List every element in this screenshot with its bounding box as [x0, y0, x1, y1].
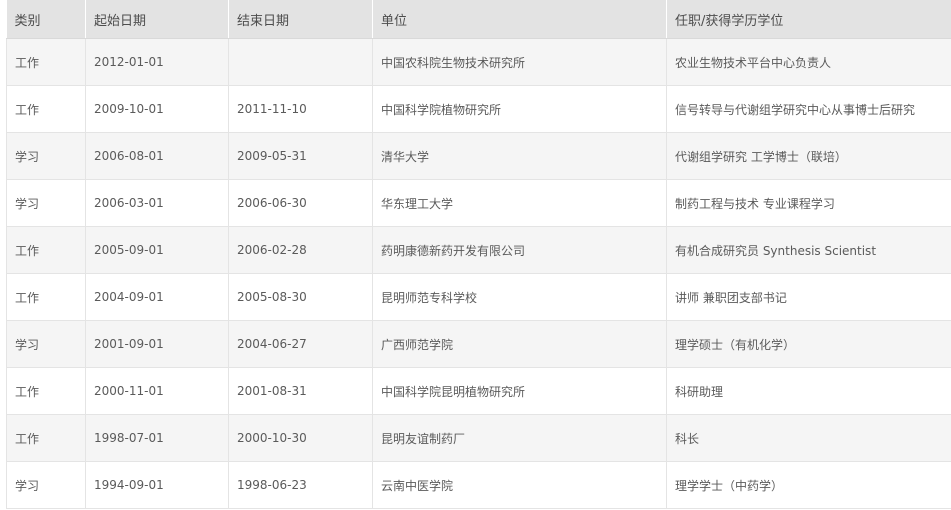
- cell-position-degree: 理学硕士（有机化学）: [666, 320, 951, 368]
- cell-start-date: 1994-09-01: [85, 461, 229, 509]
- cell-start-date: 2001-09-01: [85, 320, 229, 368]
- header-start-date: 起始日期: [85, 0, 229, 39]
- header-position-degree: 任职/获得学历学位: [666, 0, 951, 39]
- cell-end-date: 2006-06-30: [228, 179, 373, 227]
- table-row: 工作 2009-10-01 2011-11-10 中国科学院植物研究所 信号转导…: [6, 85, 951, 133]
- table-row: 工作 2012-01-01 中国农科院生物技术研究所 农业生物技术平台中心负责人: [6, 38, 951, 86]
- cell-organization: 华东理工大学: [372, 179, 667, 227]
- table-body: 工作 2012-01-01 中国农科院生物技术研究所 农业生物技术平台中心负责人…: [6, 38, 951, 509]
- cell-start-date: 2009-10-01: [85, 85, 229, 133]
- header-row: 类别 起始日期 结束日期 单位 任职/获得学历学位: [6, 0, 951, 39]
- cell-end-date: 2011-11-10: [228, 85, 373, 133]
- career-history-table: 类别 起始日期 结束日期 单位 任职/获得学历学位 工作 2012-01-01 …: [6, 0, 951, 509]
- cell-position-degree: 有机合成研究员 Synthesis Scientist: [666, 226, 951, 274]
- cell-position-degree: 科长: [666, 414, 951, 462]
- cell-end-date: 2000-10-30: [228, 414, 373, 462]
- cell-category: 工作: [6, 226, 86, 274]
- cell-start-date: 2006-08-01: [85, 132, 229, 180]
- cell-start-date: 2005-09-01: [85, 226, 229, 274]
- cell-category: 工作: [6, 38, 86, 86]
- cell-organization: 广西师范学院: [372, 320, 667, 368]
- cell-organization: 药明康德新药开发有限公司: [372, 226, 667, 274]
- table-row: 学习 2006-08-01 2009-05-31 清华大学 代谢组学研究 工学博…: [6, 132, 951, 180]
- cell-category: 学习: [6, 179, 86, 227]
- cell-category: 工作: [6, 367, 86, 415]
- cell-category: 工作: [6, 414, 86, 462]
- table-row: 工作 2000-11-01 2001-08-31 中国科学院昆明植物研究所 科研…: [6, 367, 951, 415]
- cell-position-degree: 制药工程与技术 专业课程学习: [666, 179, 951, 227]
- cell-end-date: [228, 38, 373, 86]
- cell-position-degree: 科研助理: [666, 367, 951, 415]
- cell-start-date: 2000-11-01: [85, 367, 229, 415]
- cell-start-date: 1998-07-01: [85, 414, 229, 462]
- cell-organization: 清华大学: [372, 132, 667, 180]
- cell-end-date: 2005-08-30: [228, 273, 373, 321]
- cell-end-date: 2006-02-28: [228, 226, 373, 274]
- header-end-date: 结束日期: [228, 0, 373, 39]
- cell-end-date: 2004-06-27: [228, 320, 373, 368]
- cell-position-degree: 农业生物技术平台中心负责人: [666, 38, 951, 86]
- table-row: 学习 1994-09-01 1998-06-23 云南中医学院 理学学士（中药学…: [6, 461, 951, 509]
- cell-start-date: 2012-01-01: [85, 38, 229, 86]
- cell-category: 工作: [6, 273, 86, 321]
- table-row: 学习 2001-09-01 2004-06-27 广西师范学院 理学硕士（有机化…: [6, 320, 951, 368]
- cell-category: 学习: [6, 132, 86, 180]
- cell-start-date: 2006-03-01: [85, 179, 229, 227]
- cell-organization: 昆明师范专科学校: [372, 273, 667, 321]
- cell-end-date: 2009-05-31: [228, 132, 373, 180]
- cell-organization: 云南中医学院: [372, 461, 667, 509]
- header-organization: 单位: [372, 0, 667, 39]
- header-category: 类别: [6, 0, 86, 39]
- cell-position-degree: 讲师 兼职团支部书记: [666, 273, 951, 321]
- cell-end-date: 1998-06-23: [228, 461, 373, 509]
- cell-position-degree: 代谢组学研究 工学博士（联培）: [666, 132, 951, 180]
- cell-organization: 中国农科院生物技术研究所: [372, 38, 667, 86]
- table-row: 学习 2006-03-01 2006-06-30 华东理工大学 制药工程与技术 …: [6, 179, 951, 227]
- table-row: 工作 1998-07-01 2000-10-30 昆明友谊制药厂 科长: [6, 414, 951, 462]
- table-row: 工作 2005-09-01 2006-02-28 药明康德新药开发有限公司 有机…: [6, 226, 951, 274]
- cell-start-date: 2004-09-01: [85, 273, 229, 321]
- cell-category: 学习: [6, 320, 86, 368]
- cell-category: 学习: [6, 461, 86, 509]
- cell-organization: 中国科学院昆明植物研究所: [372, 367, 667, 415]
- cell-position-degree: 信号转导与代谢组学研究中心从事博士后研究: [666, 85, 951, 133]
- cell-position-degree: 理学学士（中药学）: [666, 461, 951, 509]
- career-table-container: 类别 起始日期 结束日期 单位 任职/获得学历学位 工作 2012-01-01 …: [0, 0, 951, 510]
- table-row: 工作 2004-09-01 2005-08-30 昆明师范专科学校 讲师 兼职团…: [6, 273, 951, 321]
- cell-category: 工作: [6, 85, 86, 133]
- cell-end-date: 2001-08-31: [228, 367, 373, 415]
- table-header: 类别 起始日期 结束日期 单位 任职/获得学历学位: [6, 0, 951, 39]
- cell-organization: 昆明友谊制药厂: [372, 414, 667, 462]
- cell-organization: 中国科学院植物研究所: [372, 85, 667, 133]
